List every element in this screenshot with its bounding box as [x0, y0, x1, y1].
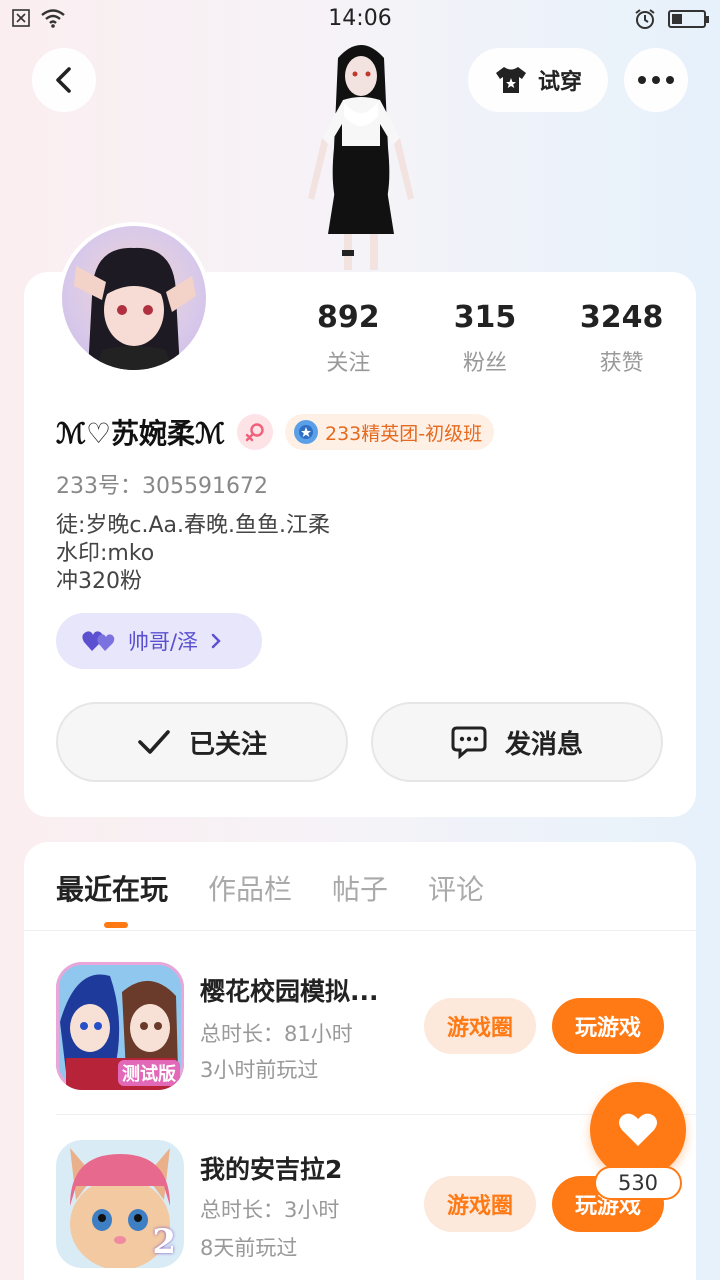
user-name: ℳ♡苏婉柔ℳ: [56, 417, 225, 450]
check-icon: [138, 730, 170, 754]
like-button[interactable]: [590, 1082, 686, 1178]
stats-row: 892 关注 315 粉丝 3248 获赞: [280, 300, 690, 377]
club-badge[interactable]: 233精英团-初级班: [285, 414, 495, 450]
game-last-played: 3小时前玩过: [200, 1058, 319, 1082]
medal-icon: [294, 420, 318, 444]
tab-comments[interactable]: 评论: [428, 868, 484, 908]
tab-recently-played[interactable]: 最近在玩: [56, 868, 168, 908]
stat-value: 3248: [579, 300, 664, 335]
name-row: ℳ♡苏婉柔ℳ 233精英团-初级班: [56, 412, 495, 452]
stat-following[interactable]: 892 关注: [280, 300, 417, 377]
stat-followers[interactable]: 315 粉丝: [417, 300, 554, 377]
send-message-label: 发消息: [504, 729, 583, 760]
game-title: 我的安吉拉2: [200, 1155, 343, 1184]
chat-bubble-icon: [451, 726, 487, 759]
send-message-button[interactable]: 发消息: [371, 702, 663, 782]
stat-likes[interactable]: 3248 获赞: [553, 300, 690, 377]
game-row[interactable]: 测试版 樱花校园模拟... 总时长：81小时 3小时前玩过 游戏圈 玩游戏: [56, 962, 696, 1092]
bio: 徒:岁晚c.Aa.春晚.鱼鱼.江柔 水印:mko 冲320粉: [56, 512, 330, 596]
like-count: 530: [594, 1166, 682, 1200]
avatar-image: [74, 247, 196, 370]
game-icon-badge: 测试版: [118, 1060, 180, 1086]
game-duration: 总时长：3小时: [200, 1198, 340, 1222]
tab-works[interactable]: 作品栏: [208, 868, 292, 908]
game-title: 樱花校园模拟...: [200, 977, 379, 1006]
game-duration: 总时长：81小时: [200, 1022, 353, 1046]
game-icon-sakura-school: 测试版: [56, 962, 184, 1090]
alarm-icon: [635, 9, 655, 29]
stat-label: 粉丝: [463, 351, 508, 376]
game-icon-my-angela-2: 2: [56, 1140, 184, 1268]
profile-tabs: 最近在玩 作品栏 帖子 评论: [56, 868, 484, 908]
followed-button[interactable]: 已关注: [56, 702, 348, 782]
bio-line: 徒:岁晚c.Aa.春晚.鱼鱼.江柔: [56, 513, 331, 538]
more-dots-icon: [638, 76, 674, 84]
relation-label: 帅哥/泽: [128, 630, 199, 654]
heart-icon: [619, 1113, 657, 1146]
more-button[interactable]: [624, 48, 688, 112]
chevron-left-icon: [56, 67, 71, 93]
bio-line: 水印:mko: [56, 541, 155, 566]
try-on-button[interactable]: 试穿: [468, 48, 608, 112]
relation-chip[interactable]: 帅哥/泽: [56, 613, 262, 669]
avatar[interactable]: [58, 222, 210, 374]
play-game-button[interactable]: 玩游戏: [552, 998, 664, 1054]
battery-icon: [668, 10, 709, 28]
followed-label: 已关注: [188, 729, 267, 760]
stat-value: 892: [317, 300, 380, 335]
club-badge-label: 233精英团-初级班: [325, 422, 483, 445]
game-circle-button[interactable]: 游戏圈: [424, 1176, 536, 1232]
status-bar-right: [634, 8, 709, 30]
shirt-icon: [495, 67, 526, 93]
stat-label: 关注: [326, 351, 371, 376]
stat-label: 获赞: [599, 351, 644, 376]
female-gender-icon: [237, 414, 273, 450]
tab-divider: [24, 930, 696, 931]
game-icon-badge: 2: [152, 1222, 176, 1262]
user-id: 233号：305591672: [56, 474, 268, 499]
stat-value: 315: [453, 300, 517, 335]
try-on-label: 试穿: [537, 70, 582, 95]
chevron-right-icon: [211, 633, 221, 649]
game-circle-button[interactable]: 游戏圈: [424, 998, 536, 1054]
tab-posts[interactable]: 帖子: [332, 868, 388, 908]
status-bar: 14:06: [0, 0, 720, 40]
double-heart-icon: [82, 631, 115, 651]
game-last-played: 8天前玩过: [200, 1236, 298, 1260]
avatar-3d-figure[interactable]: [288, 38, 434, 274]
bio-line: 冲320粉: [56, 569, 142, 594]
tab-indicator: [104, 922, 128, 928]
back-button[interactable]: [32, 48, 96, 112]
status-time: 14:06: [328, 6, 392, 31]
